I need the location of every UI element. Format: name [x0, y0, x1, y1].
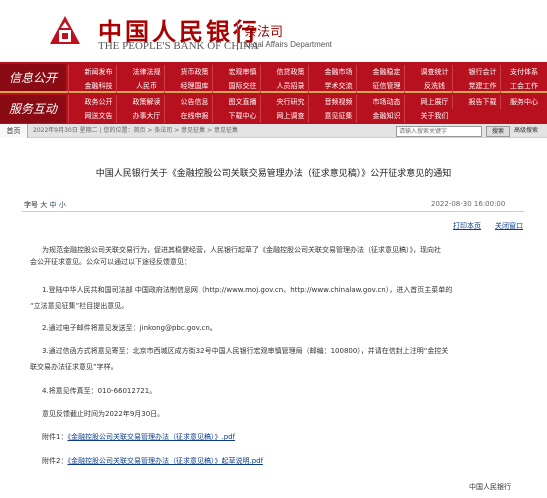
- text-line: “立法意见征集”栏目提出意见。: [30, 302, 129, 310]
- nav-link[interactable]: 工会工作: [500, 79, 547, 93]
- font-size-medium[interactable]: 中: [49, 201, 56, 209]
- font-size-small[interactable]: 小: [59, 201, 66, 209]
- paragraph-item-3: 3.通过信函方式将意见寄至：北京市西城区成方街32号中国人民银行宏观审慎管理局（…: [30, 345, 449, 373]
- nav-link[interactable]: 支付体系: [500, 65, 547, 79]
- attachment-1-link[interactable]: 《金融控股公司关联交易管理办法（征求意见稿）》.pdf: [67, 433, 235, 441]
- search-input[interactable]: [396, 126, 482, 137]
- search-button[interactable]: 搜索: [486, 126, 510, 137]
- nav-link[interactable]: 服务中心: [500, 95, 547, 109]
- signature: 中国人民银行: [469, 483, 511, 491]
- home-tab[interactable]: 首页: [0, 124, 28, 138]
- attachment-label: 附件2：: [42, 457, 68, 465]
- title-divider: [22, 211, 524, 212]
- logo-english-name: THE PEOPLE'S BANK OF CHINA: [98, 40, 259, 52]
- text-line: 1.登陆中华人民共和国司法部 中国政府法制信息网（http://www.moj.…: [42, 286, 453, 294]
- nav-section-service: 服务互动: [0, 95, 66, 123]
- publish-date: 2022-08-30 16:00:00: [431, 200, 506, 208]
- attachment-1: 附件1：《金融控股公司关联交易管理办法（征求意见稿）》.pdf: [42, 431, 235, 443]
- paragraph-item-4: 4.将意见传真至：010-66012721。: [42, 387, 157, 395]
- text-line: 3.通过信函方式将意见寄至：北京市西城区成方街32号中国人民银行宏观审慎管理局（…: [42, 347, 449, 355]
- department-name-cn: 条法司: [244, 25, 284, 40]
- paragraph-item-2: 2.通过电子邮件将意见发送至：jinkong@pbc.gov.cn。: [42, 324, 217, 332]
- font-size-large[interactable]: 大: [40, 201, 47, 209]
- department-name-en: Legal Affairs Department: [244, 40, 332, 49]
- breadcrumb-bar: 首页 2022年9月30日 星期二 | 您的位置：首页 > 条法司 > 意见征集…: [0, 124, 547, 138]
- text-line: 为规范金融控股公司关联交易行为，促进其稳健经营，人民银行起草了《金融控股公司关联…: [42, 246, 441, 254]
- text-line: 联交易办法征求意见”字样。: [30, 363, 118, 371]
- text-line: 会公开征求意见。公众可以通过以下途径反馈意见：: [30, 258, 191, 266]
- pboc-logo-icon: [50, 16, 80, 44]
- attachment-label: 附件1：: [42, 433, 68, 441]
- attachment-2: 附件2：《金融控股公司关联交易管理办法（征求意见稿）》起草说明.pdf: [42, 455, 263, 467]
- close-window-link[interactable]: 关闭窗口: [495, 221, 523, 231]
- advanced-search-link[interactable]: 高级搜索: [514, 124, 538, 138]
- breadcrumb: 2022年9月30日 星期二 | 您的位置：首页 > 条法司 > 意见征集 > …: [33, 127, 238, 134]
- attachment-2-link[interactable]: 《金融控股公司关联交易管理办法（征求意见稿）》起草说明.pdf: [67, 457, 263, 465]
- nav-link[interactable]: 关于我们: [404, 109, 464, 123]
- header-divider: [237, 22, 238, 50]
- nav-section-info: 信息公开: [0, 64, 66, 92]
- font-size-label: 字号: [24, 201, 38, 209]
- site-header: 中国人民银行 THE PEOPLE'S BANK OF CHINA 条法司 Le…: [0, 0, 547, 62]
- main-navigation: 信息公开 服务互动 新闻发布 法律法规 货币政策 宏观审慎 信贷政策 金融市场 …: [0, 62, 547, 124]
- paragraph-item-1: 1.登陆中华人民共和国司法部 中国政府法制信息网（http://www.moj.…: [30, 284, 453, 312]
- print-page-link[interactable]: 打印本页: [453, 221, 481, 231]
- paragraph-intro: 为规范金融控股公司关联交易行为，促进其稳健经营，人民银行起草了《金融控股公司关联…: [30, 244, 441, 268]
- article-title: 中国人民银行关于《金融控股公司关联交易管理办法（征求意见稿）》公开征求意见的通知: [95, 169, 452, 179]
- paragraph-deadline: 意见反馈截止时间为2022年9月30日。: [42, 410, 165, 418]
- font-size-control: 字号 大 中 小: [24, 200, 66, 210]
